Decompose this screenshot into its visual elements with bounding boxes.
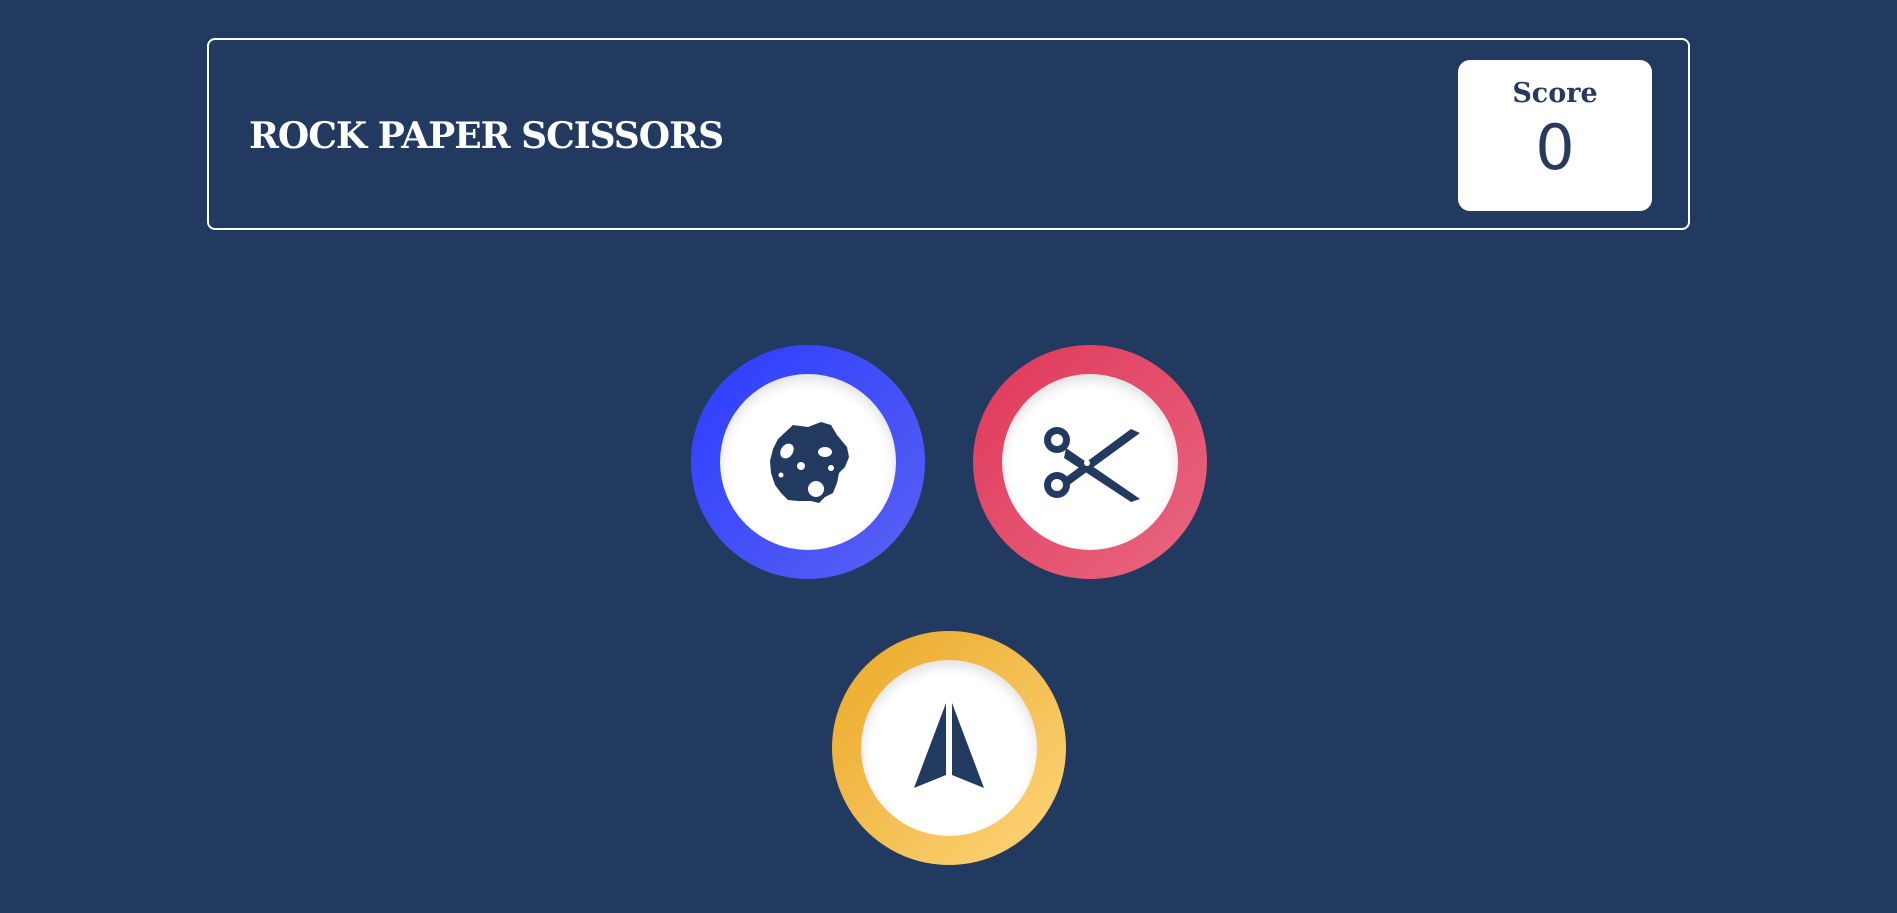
rock-icon xyxy=(753,405,863,519)
score-box: Score 0 xyxy=(1458,60,1652,211)
scissors-button-face[interactable] xyxy=(1002,374,1178,550)
paper-plane-icon xyxy=(894,691,1004,805)
scissors-icon xyxy=(1035,405,1145,519)
game-title: ROCK PAPER SCISSORS xyxy=(249,115,724,157)
scissors-button[interactable] xyxy=(973,345,1207,579)
paper-button-face[interactable] xyxy=(861,660,1037,836)
score-label: Score xyxy=(1512,78,1598,109)
paper-button[interactable] xyxy=(832,631,1066,865)
game-header: ROCK PAPER SCISSORS Score 0 xyxy=(207,38,1690,230)
rock-button-face[interactable] xyxy=(720,374,896,550)
score-value: 0 xyxy=(1535,111,1575,184)
rock-button[interactable] xyxy=(691,345,925,579)
